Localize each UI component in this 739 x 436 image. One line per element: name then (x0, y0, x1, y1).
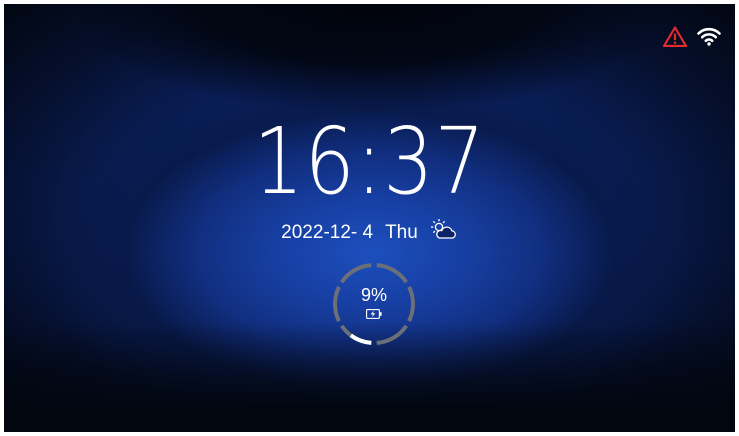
partly-cloudy-icon (430, 218, 458, 247)
battery-ring-segment (340, 263, 372, 284)
date-row: 2022-12- 4 Thu (4, 218, 735, 247)
clock-time: 16:37 (253, 108, 486, 215)
battery-gauge: 9% (331, 261, 417, 347)
battery-percent: 9% (360, 285, 387, 305)
battery-ring-segment (376, 324, 408, 345)
lock-screen: 16:37 2022-12- 4 Thu 9% (4, 4, 735, 432)
battery-ring-segment (376, 263, 408, 284)
top-vignette (4, 4, 735, 124)
battery-ring-fill (349, 333, 372, 345)
warning-icon[interactable] (663, 26, 687, 47)
date-text: 2022-12- 4 (281, 221, 374, 243)
weekday-text: Thu (385, 221, 418, 243)
wifi-icon[interactable] (697, 27, 721, 46)
status-bar (663, 26, 721, 47)
